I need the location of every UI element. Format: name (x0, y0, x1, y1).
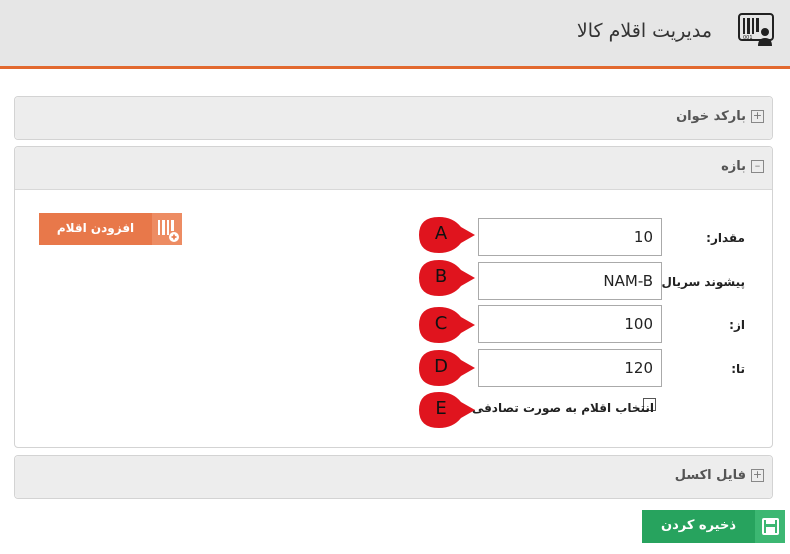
to-label: تا: (731, 362, 745, 376)
page-header: مدیریت اقلام کالا 001 (0, 0, 790, 66)
excel-file-panel: + فایل اکسل (14, 455, 773, 499)
callout-marker-e: E (415, 390, 477, 430)
expand-icon[interactable]: + (751, 110, 764, 123)
callout-marker-a: A (415, 215, 477, 255)
range-panel-title: بازه (721, 159, 746, 174)
barcode-add-icon (152, 213, 182, 245)
svg-text:001: 001 (743, 35, 753, 41)
barcode-user-icon: 001 (738, 13, 774, 46)
save-button[interactable]: ذخیره کردن (642, 510, 785, 543)
callout-marker-d: D (415, 348, 477, 388)
range-panel-header[interactable]: – بازه (15, 147, 772, 190)
save-button-label: ذخیره کردن (660, 518, 737, 533)
collapse-icon[interactable]: – (751, 160, 764, 173)
random-selection-label: انتخاب اقلام به صورت تصادفی (471, 401, 654, 415)
add-items-label: افزودن اقلام (56, 221, 135, 235)
callout-letter: D (434, 356, 448, 377)
quantity-label: مقدار: (706, 231, 745, 245)
from-label: از: (729, 318, 745, 332)
callout-letter: E (435, 398, 447, 419)
barcode-panel-header[interactable]: + بارکد خوان (15, 97, 772, 139)
serial-prefix-label: پیشوند سریال : (652, 275, 745, 289)
callout-marker-b: B (415, 258, 477, 298)
barcode-reader-panel: + بارکد خوان (14, 96, 773, 140)
add-items-button[interactable]: افزودن اقلام (39, 213, 182, 245)
floppy-disk-icon (755, 510, 785, 543)
serial-prefix-field[interactable] (478, 262, 662, 300)
header-accent-line (0, 66, 790, 69)
expand-icon[interactable]: + (751, 469, 764, 482)
barcode-panel-title: بارکد خوان (676, 109, 746, 124)
callout-letter: A (434, 223, 448, 244)
to-field[interactable] (478, 349, 662, 387)
callout-marker-c: C (415, 305, 477, 345)
page-title: مدیریت اقلام کالا (576, 20, 712, 42)
quantity-field[interactable] (478, 218, 662, 256)
excel-panel-header[interactable]: + فایل اکسل (15, 456, 772, 498)
callout-letter: C (434, 313, 448, 334)
callout-letter: B (434, 266, 448, 287)
excel-panel-title: فایل اکسل (674, 468, 746, 483)
from-field[interactable] (478, 305, 662, 343)
